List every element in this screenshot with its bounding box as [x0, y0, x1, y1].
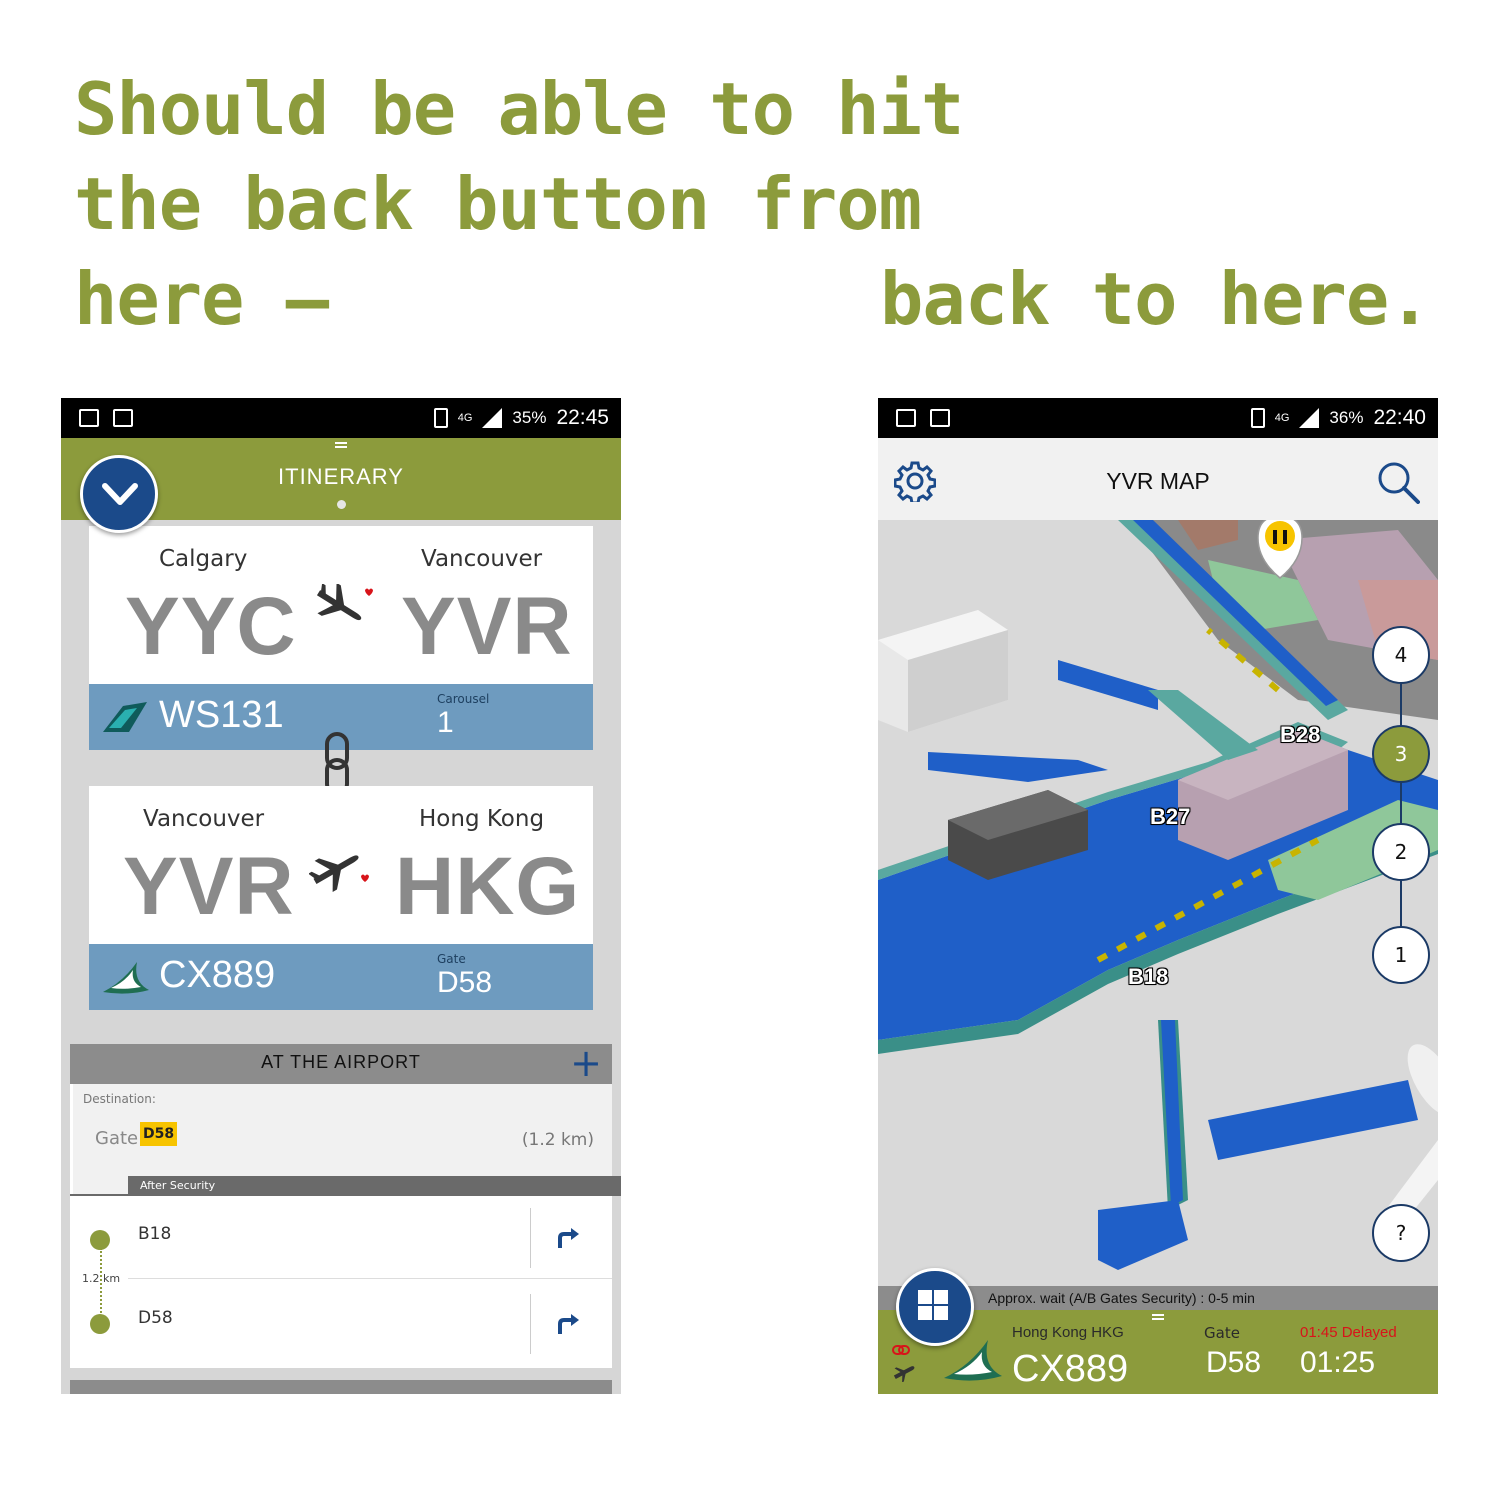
menu-grid-button[interactable] [896, 1268, 974, 1346]
carousel-value: 1 [437, 706, 454, 739]
itinerary-list: Calgary Vancouver YYC YVR WS131 Carousel… [70, 520, 612, 1034]
collapse-button[interactable] [80, 455, 158, 533]
status-bar: 4G 35% 22:45 [61, 398, 621, 438]
gate-label: Gate [1204, 1324, 1240, 1342]
drag-handle-icon[interactable] [1152, 1314, 1164, 1320]
signal-icon [1299, 408, 1320, 428]
flight-card[interactable]: Vancouver Hong Kong YVR HKG CX889 Gate D… [89, 786, 593, 1010]
floor-1-button[interactable]: 1 [1372, 926, 1430, 984]
gate-label-b28[interactable]: B28 [1280, 722, 1320, 748]
caption-text: Should be able to hit the back button fr… [74, 62, 964, 347]
map-header: YVR MAP [878, 438, 1438, 520]
page-indicator-dot [337, 500, 346, 509]
calendar-notification-icon [113, 409, 133, 427]
gate-label: Gate [95, 1128, 139, 1149]
cathay-pacific-logo-icon [103, 962, 149, 994]
battery-level: 35% [512, 408, 547, 427]
time-remaining: 01:25 [1300, 1346, 1376, 1379]
origin-city: Calgary [159, 546, 248, 572]
drag-handle-icon[interactable] [335, 442, 347, 448]
search-icon[interactable] [1376, 460, 1420, 504]
route-dot-icon [90, 1314, 110, 1334]
carousel-label: Carousel [437, 692, 490, 706]
next-section-header [70, 1380, 612, 1394]
security-wait-text: Approx. wait (A/B Gates Security) : 0-5 … [988, 1290, 1255, 1306]
page-title: YVR MAP [1106, 468, 1210, 494]
chevron-down-icon [102, 483, 138, 505]
destination-code: HKG [395, 841, 581, 932]
delay-status: 01:45 Delayed [1300, 1324, 1397, 1341]
image-notification-icon [896, 409, 916, 427]
caption-line-1: Should be able to hit [74, 67, 964, 151]
flight-destination: Hong Kong HKG [1012, 1324, 1124, 1341]
gate-label: Gate [437, 952, 466, 966]
terminal-3d-map[interactable] [878, 520, 1438, 1286]
turn-right-icon[interactable] [556, 1312, 580, 1336]
at-the-airport-header: AT THE AIRPORT + [70, 1044, 612, 1084]
gate-value: D58 [1206, 1346, 1262, 1379]
route-step[interactable]: D58 [70, 1282, 612, 1366]
caption-line-3-right: back to here. [880, 257, 1432, 341]
turn-right-icon[interactable] [556, 1226, 580, 1250]
after-security-tab: After Security [70, 1176, 621, 1196]
network-type: 4G [1274, 412, 1290, 424]
signal-icon [482, 408, 503, 428]
section-title: AT THE AIRPORT [261, 1052, 421, 1072]
caption-line-2: the back button from [74, 162, 922, 246]
map-screen: 4G 36% 22:40 YVR MAP B28 B27 B18 4 3 2 1… [878, 398, 1438, 1394]
caption-line-3: here – [74, 257, 329, 341]
route-step-name: D58 [138, 1308, 173, 1328]
flight-number: CX889 [159, 954, 276, 996]
floor-4-button[interactable]: 4 [1372, 626, 1430, 684]
help-button[interactable]: ? [1372, 1204, 1430, 1262]
route-list: 1.2 km B18 D58 [70, 1196, 612, 1368]
destination-code: YVR [401, 581, 573, 672]
add-button[interactable]: + [570, 1044, 602, 1082]
vibrate-icon [1250, 408, 1265, 428]
grid-icon [918, 1290, 948, 1320]
route-dot-icon [90, 1230, 110, 1250]
itinerary-screen: 4G 35% 22:45 ITINERARY Calgary Vancouver… [61, 398, 621, 1394]
vibrate-icon [433, 408, 448, 428]
terminal-map[interactable]: B28 B27 B18 4 3 2 1 ? [878, 520, 1438, 1286]
floor-2-button[interactable]: 2 [1372, 823, 1430, 881]
gate-label-b18[interactable]: B18 [1128, 964, 1168, 990]
route-step[interactable]: B18 [70, 1196, 612, 1280]
gate-value: D58 [437, 966, 493, 999]
network-type: 4G [457, 412, 473, 424]
destination-city: Hong Kong [419, 806, 545, 832]
battery-level: 36% [1329, 408, 1364, 427]
clock: 22:40 [1373, 406, 1426, 429]
westjet-logo-icon [103, 702, 147, 732]
image-notification-icon [79, 409, 99, 427]
origin-city: Vancouver [143, 806, 265, 832]
origin-code: YVR [123, 841, 295, 932]
route-step-name: B18 [138, 1224, 172, 1244]
flight-card[interactable]: Calgary Vancouver YYC YVR WS131 Carousel… [89, 526, 593, 750]
distance-value: (1.2 km) [521, 1130, 594, 1150]
gate-label-b27[interactable]: B27 [1150, 804, 1190, 830]
destination-label: Destination: [83, 1092, 156, 1106]
gate-badge: D58 [140, 1122, 178, 1146]
flight-info-band: CX889 Gate D58 [89, 944, 593, 1010]
takeoff-plane-icon [893, 1366, 915, 1382]
section-label: After Security [128, 1176, 621, 1196]
takeoff-plane-icon [309, 855, 369, 892]
calendar-notification-icon [930, 409, 950, 427]
landing-plane-icon [316, 584, 373, 621]
status-bar: 4G 36% 22:40 [878, 398, 1438, 438]
flight-number: CX889 [1012, 1348, 1129, 1390]
clock: 22:45 [556, 406, 609, 429]
floor-3-button[interactable]: 3 [1372, 725, 1430, 783]
flight-number: WS131 [159, 694, 284, 736]
origin-code: YYC [125, 581, 297, 672]
destination-city: Vancouver [421, 546, 543, 572]
